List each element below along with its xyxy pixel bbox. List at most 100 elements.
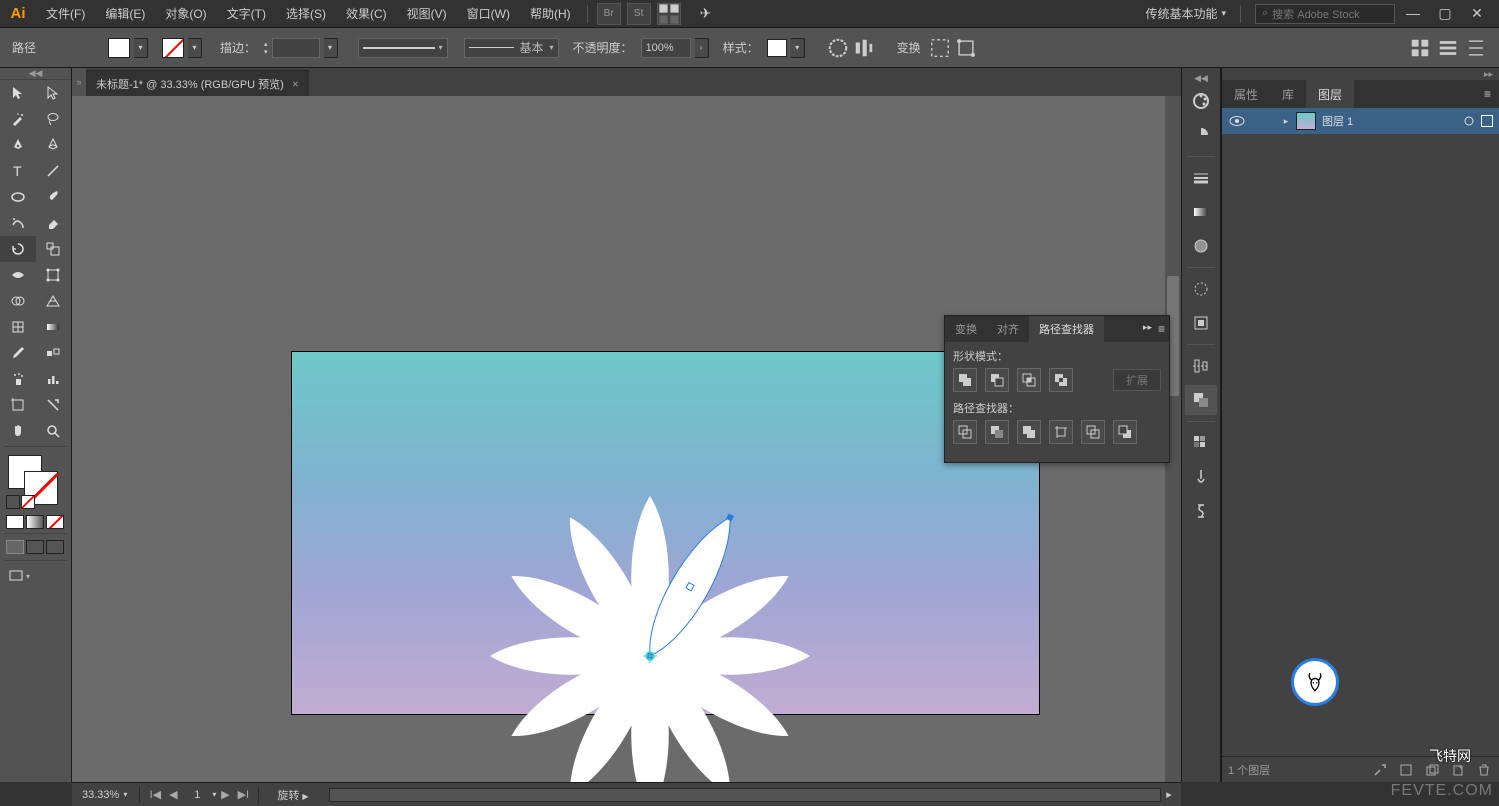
fill-dropdown[interactable]: ▾	[134, 38, 148, 58]
lasso-tool[interactable]	[36, 106, 72, 132]
gpu-icon[interactable]: ✈	[700, 5, 712, 22]
width-tool[interactable]	[0, 262, 36, 288]
gradient-tool[interactable]	[36, 314, 72, 340]
transform-label[interactable]: 变换	[897, 39, 921, 56]
graphic-styles-icon[interactable]	[1185, 308, 1217, 338]
opt-icon-r1[interactable]	[1409, 37, 1431, 59]
menu-type[interactable]: 文字(T)	[217, 0, 276, 28]
hand-tool[interactable]	[0, 418, 36, 444]
symbols-panel-icon[interactable]	[1185, 496, 1217, 526]
panel-collapse-icon[interactable]: ▸▸	[1143, 322, 1152, 336]
stroke-panel-icon[interactable]	[1185, 163, 1217, 193]
type-tool[interactable]: T	[0, 158, 36, 184]
color-panel-icon[interactable]	[1185, 86, 1217, 116]
color-mode-gradient[interactable]	[26, 515, 44, 529]
stroke-dropdown[interactable]: ▾	[188, 38, 202, 58]
color-mode-solid[interactable]	[6, 515, 24, 529]
panels-collapse[interactable]: ▸▸	[1222, 68, 1499, 80]
tab-transform[interactable]: 变换	[945, 316, 987, 342]
prev-artboard-icon[interactable]: ◀	[164, 788, 182, 801]
menu-help[interactable]: 帮助(H)	[520, 0, 581, 28]
shape-builder-tool[interactable]	[0, 288, 36, 314]
transform-icon-1[interactable]	[929, 37, 951, 59]
unite-button[interactable]	[953, 368, 977, 392]
tab-layers[interactable]: 图层	[1306, 80, 1354, 108]
first-artboard-icon[interactable]: I◀	[146, 788, 164, 801]
pathfinder-dock-icon[interactable]	[1185, 385, 1217, 415]
recolor-icon[interactable]	[827, 37, 849, 59]
style-dd[interactable]: ▾	[791, 38, 805, 58]
stroke-weight-dd[interactable]: ▾	[324, 38, 338, 58]
minimize-button[interactable]: —	[1403, 5, 1423, 22]
menu-select[interactable]: 选择(S)	[276, 0, 336, 28]
curvature-tool[interactable]	[36, 132, 72, 158]
stroke-swatch[interactable]	[162, 38, 184, 58]
eraser-tool[interactable]	[36, 210, 72, 236]
fill-swatch[interactable]	[108, 38, 130, 58]
trim-button[interactable]	[985, 420, 1009, 444]
scale-tool[interactable]	[36, 236, 72, 262]
minus-front-button[interactable]	[985, 368, 1009, 392]
status-info[interactable]: 旋转 ▶	[265, 787, 320, 803]
artboard[interactable]	[292, 352, 1039, 714]
blend-tool[interactable]	[36, 340, 72, 366]
mesh-tool[interactable]	[0, 314, 36, 340]
brush-select[interactable]: 基本▾	[464, 38, 559, 58]
artboard-tool[interactable]	[0, 392, 36, 418]
stroke-profile-select[interactable]: ▾	[358, 38, 448, 58]
horizontal-scrollbar[interactable]	[329, 788, 1161, 802]
opacity-dd[interactable]: ›	[695, 38, 709, 58]
line-tool[interactable]	[36, 158, 72, 184]
gradient-panel-icon[interactable]	[1185, 197, 1217, 227]
bridge-button[interactable]: Br	[597, 3, 621, 25]
intersect-button[interactable]	[1017, 368, 1041, 392]
make-clipping-mask-icon[interactable]	[1397, 761, 1415, 779]
panel-menu-icon[interactable]: ≡	[1158, 322, 1165, 336]
zoom-level[interactable]: 33.33%▾	[76, 789, 133, 801]
menu-window[interactable]: 窗口(W)	[457, 0, 520, 28]
tab-libraries[interactable]: 库	[1270, 80, 1306, 108]
minus-back-button[interactable]	[1113, 420, 1137, 444]
swap-fs-icon[interactable]	[21, 495, 35, 509]
ellipse-tool[interactable]	[0, 184, 36, 210]
visibility-toggle[interactable]	[1222, 115, 1252, 127]
tab-bar-collapse[interactable]: »	[72, 68, 86, 96]
expand-button[interactable]: 扩展	[1113, 369, 1161, 391]
next-artboard-icon[interactable]: ▶	[216, 788, 234, 801]
document-tab[interactable]: 未标题-1* @ 33.33% (RGB/GPU 预览) ×	[86, 70, 309, 96]
panel-menu-icon[interactable]: ≡	[1476, 87, 1499, 101]
merge-button[interactable]	[1017, 420, 1041, 444]
expand-layer-icon[interactable]: ▸	[1276, 116, 1296, 127]
menu-file[interactable]: 文件(F)	[36, 0, 95, 28]
draw-inside[interactable]	[46, 540, 64, 554]
magic-wand-tool[interactable]	[0, 106, 36, 132]
tab-pathfinder[interactable]: 路径查找器	[1029, 316, 1104, 342]
delete-layer-icon[interactable]	[1475, 761, 1493, 779]
rotate-tool[interactable]	[0, 236, 36, 262]
selection-tool[interactable]	[0, 80, 36, 106]
menu-edit[interactable]: 编辑(E)	[95, 0, 155, 28]
close-button[interactable]: ✕	[1467, 5, 1487, 22]
locate-object-icon[interactable]	[1371, 761, 1389, 779]
stroke-weight-up[interactable]: ▴	[264, 40, 268, 48]
arrange-docs-button[interactable]	[657, 3, 681, 25]
divide-button[interactable]	[953, 420, 977, 444]
color-guide-icon[interactable]	[1185, 120, 1217, 150]
menu-view[interactable]: 视图(V)	[397, 0, 457, 28]
eyedropper-tool[interactable]	[0, 340, 36, 366]
tab-close-icon[interactable]: ×	[292, 77, 299, 91]
align-icon[interactable]	[853, 37, 875, 59]
style-swatch[interactable]	[767, 39, 787, 57]
slice-tool[interactable]	[36, 392, 72, 418]
layer-name[interactable]: 图层 1	[1322, 113, 1457, 129]
stock-button[interactable]: St	[627, 3, 651, 25]
dock-collapse[interactable]: ◀◀	[1182, 72, 1220, 84]
pathfinder-panel[interactable]: 变换 对齐 路径查找器 ▸▸ ≡ 形状模式： 扩展 路径查找器：	[944, 315, 1170, 463]
stroke-weight-down[interactable]: ▾	[264, 48, 268, 56]
paintbrush-tool[interactable]	[36, 184, 72, 210]
color-mode-none[interactable]	[46, 515, 64, 529]
maximize-button[interactable]: ▢	[1435, 5, 1455, 22]
perspective-tool[interactable]	[36, 288, 72, 314]
draw-behind[interactable]	[26, 540, 44, 554]
layer-row[interactable]: ▸ 图层 1	[1222, 108, 1499, 134]
